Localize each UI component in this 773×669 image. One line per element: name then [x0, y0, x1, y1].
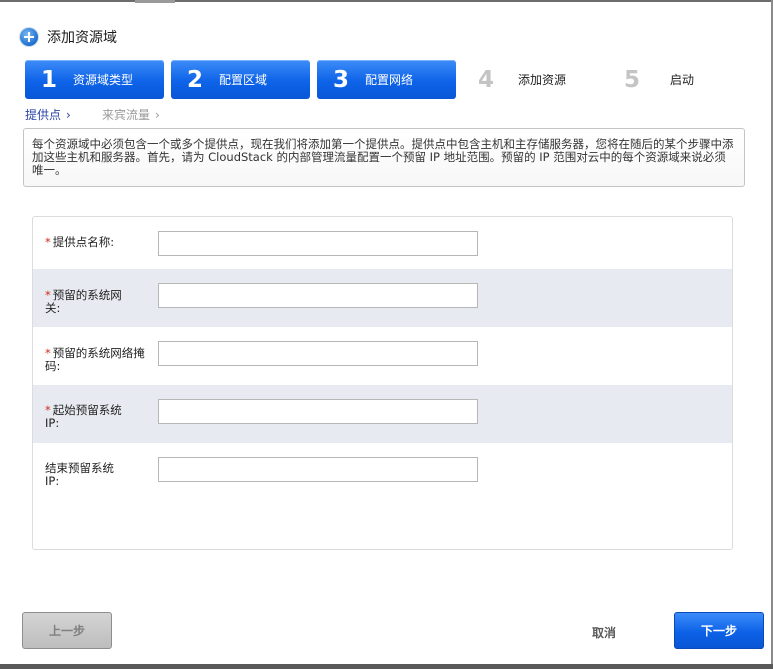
field-label-start-reserved-ip: * 起始预留系统 IP:	[45, 404, 133, 430]
step-label: 配置区域	[219, 73, 268, 87]
subnav-pod[interactable]: 提供点 ›	[25, 106, 71, 123]
step-add-resources: 4 添加资源	[474, 60, 594, 99]
cancel-button[interactable]: 取消	[578, 620, 630, 644]
required-marker: *	[45, 346, 51, 360]
field-label-reserved-gateway: * 预留的系统网关:	[45, 289, 133, 315]
form-row-start-reserved-ip: * 起始预留系统 IP:	[33, 385, 732, 443]
step-label: 资源域类型	[73, 73, 134, 87]
pod-name-input[interactable]	[158, 231, 478, 256]
field-label-text: 结束预留系统 IP:	[45, 461, 114, 488]
field-label-text: 预留的系统网络掩码:	[45, 346, 145, 373]
step-label: 配置网络	[365, 73, 414, 87]
dialog-header: 添加资源域	[20, 26, 117, 48]
step-number: 1	[40, 66, 57, 93]
required-marker: *	[45, 403, 51, 417]
field-label-pod-name: * 提供点名称:	[45, 236, 155, 249]
step-number: 4	[477, 66, 494, 93]
field-label-text: 起始预留系统 IP:	[45, 403, 122, 430]
step-number: 5	[623, 66, 640, 93]
step-setup-network: 3 配置网络	[317, 60, 456, 99]
field-label-text: 提供点名称:	[52, 235, 115, 249]
subnav-label: 来宾流量	[102, 108, 151, 122]
subnav-guest-traffic[interactable]: 来宾流量 ›	[102, 106, 160, 123]
pod-form: * 提供点名称: * 预留的系统网关: * 预留的系统网络掩码: * 起始预留系统 IP…	[32, 216, 733, 550]
step-zone-type: 1 资源域类型	[25, 60, 164, 99]
step-number: 3	[332, 66, 349, 93]
form-row-pod-name: * 提供点名称:	[33, 217, 732, 275]
description-box: 每个资源域中必须包含一个或多个提供点，现在我们将添加第一个提供点。提供点中包含主…	[23, 128, 745, 187]
step-setup-zone: 2 配置区域	[171, 60, 310, 99]
dialog-title: 添加资源域	[47, 30, 117, 46]
form-row-reserved-gateway: * 预留的系统网关:	[33, 269, 732, 327]
next-button[interactable]: 下一步	[674, 612, 764, 649]
previous-button[interactable]: 上一步	[22, 612, 112, 649]
chevron-right-icon: ›	[66, 107, 71, 122]
step-number: 2	[186, 66, 203, 93]
reserved-netmask-input[interactable]	[158, 341, 478, 366]
window-top-tick	[135, 0, 175, 3]
form-row-end-reserved-ip: 结束预留系统 IP:	[33, 443, 732, 501]
step-label: 添加资源	[518, 73, 567, 87]
step-label: 启动	[670, 73, 695, 87]
field-label-text: 预留的系统网关:	[45, 288, 122, 315]
description-text: 每个资源域中必须包含一个或多个提供点，现在我们将添加第一个提供点。提供点中包含主…	[32, 137, 734, 177]
step-launch: 5 启动	[620, 60, 720, 99]
window-bottom-border	[0, 664, 773, 669]
required-marker: *	[45, 288, 51, 302]
field-label-end-reserved-ip: 结束预留系统 IP:	[45, 462, 125, 488]
chevron-right-icon: ›	[155, 107, 160, 122]
window-top-border	[0, 0, 773, 2]
add-circle-icon	[20, 28, 38, 46]
start-reserved-ip-input[interactable]	[158, 399, 478, 424]
end-reserved-ip-input[interactable]	[158, 457, 478, 482]
subnav-label: 提供点	[25, 108, 62, 122]
field-label-reserved-netmask: * 预留的系统网络掩码:	[45, 347, 145, 373]
reserved-gateway-input[interactable]	[158, 283, 478, 308]
required-marker: *	[45, 235, 51, 249]
form-row-reserved-netmask: * 预留的系统网络掩码:	[33, 327, 732, 385]
